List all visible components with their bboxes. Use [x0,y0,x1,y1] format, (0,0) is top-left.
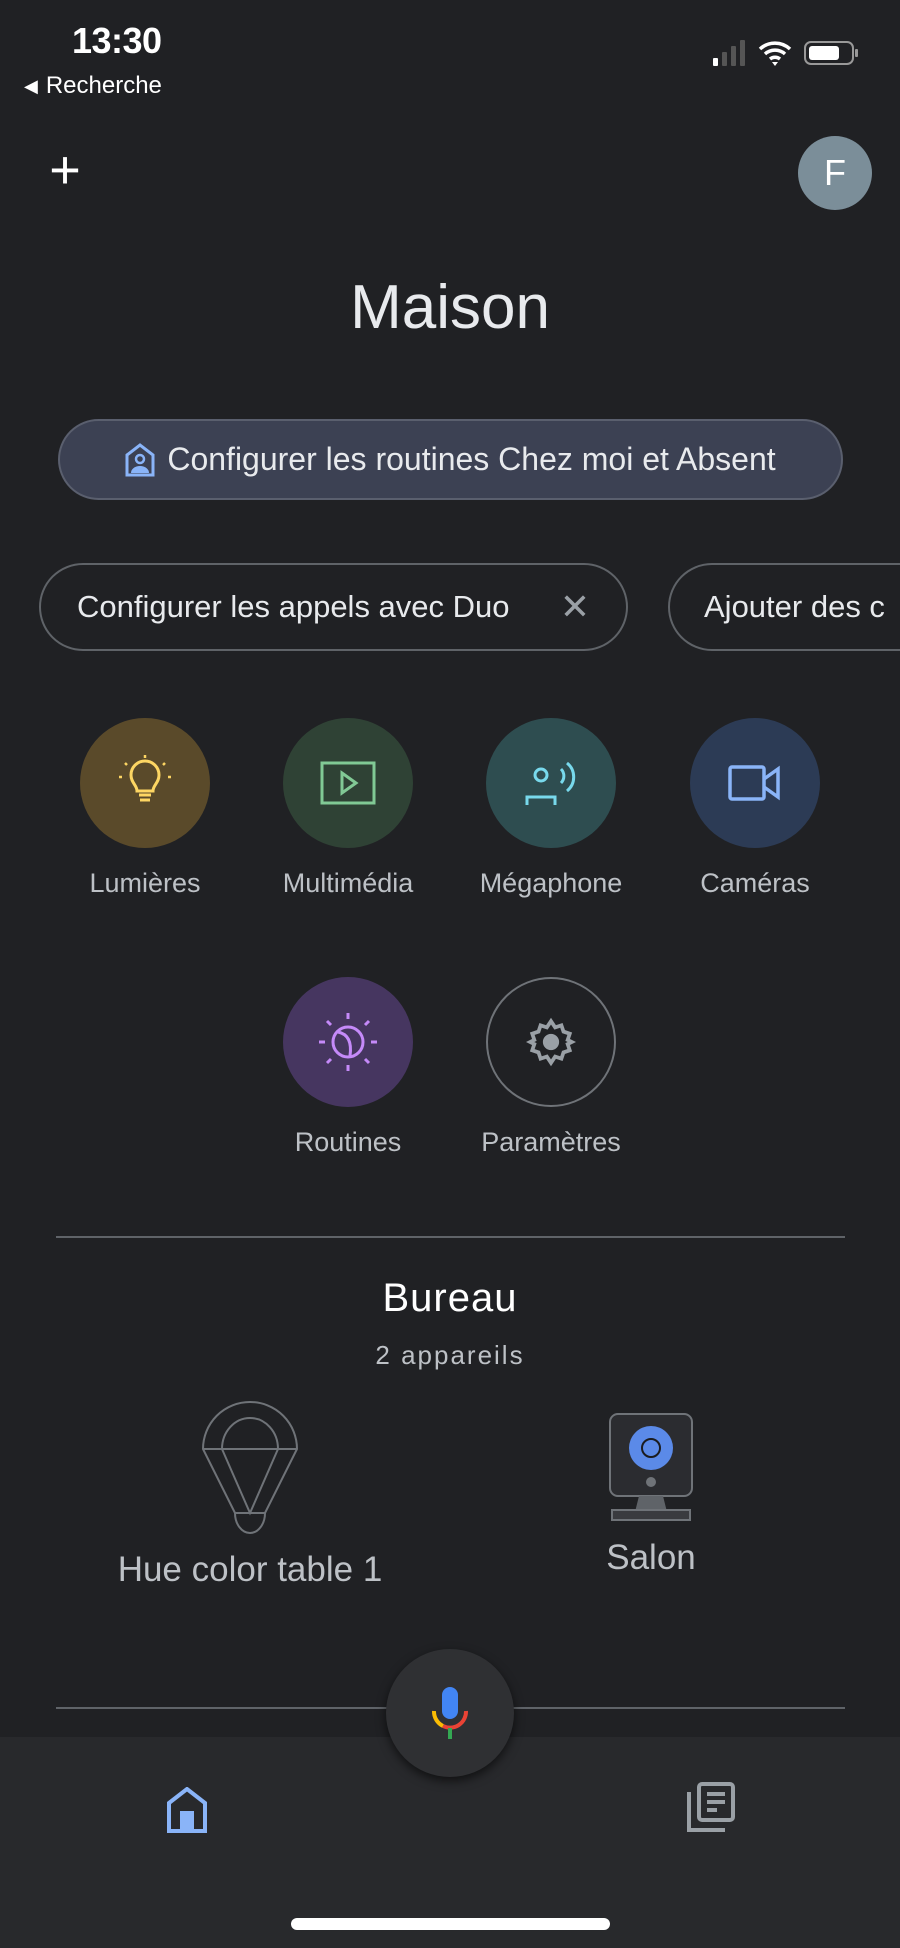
bulb-outline-icon [201,1400,299,1534]
section-divider [56,1236,845,1238]
back-triangle-icon: ◀ [24,75,38,96]
shortcut-label: Routines [294,1127,402,1157]
home-icon[interactable] [166,1787,208,1833]
shortcut-routines[interactable]: Routines [263,977,433,1158]
shortcut-label: Lumières [89,868,201,898]
routine-sun-moon-icon [283,977,413,1107]
video-camera-icon [690,718,820,848]
lightbulb-icon [80,718,210,848]
shortcut-cameras[interactable]: Caméras [670,718,840,899]
account-avatar[interactable]: F [798,136,872,210]
gear-icon [486,977,616,1107]
home-indicator[interactable] [291,1918,610,1930]
page-title: Maison [350,273,550,342]
google-mic-icon [432,1687,468,1739]
shortcut-lights[interactable]: Lumières [60,718,230,899]
add-chip[interactable]: Ajouter des c [668,563,900,651]
status-time: 13:30 [72,20,162,61]
back-to-app-link[interactable]: ◀ Recherche [24,72,162,100]
back-label: Recherche [45,72,162,99]
camera-device-icon [609,1413,693,1521]
configure-routines-button[interactable]: Configurer les routines Chez moi et Abse… [58,419,843,500]
assistant-mic-button[interactable] [386,1649,514,1777]
configure-routines-label: Configurer les routines Chez moi et Abse… [167,441,776,477]
room-title: Bureau [382,1276,518,1320]
device-salon-camera[interactable]: Salon [481,1400,821,1578]
shortcut-label: Caméras [700,868,810,898]
broadcast-icon [486,718,616,848]
play-icon [283,718,413,848]
feed-icon[interactable] [687,1782,735,1832]
add-button[interactable]: + [44,143,86,197]
shortcut-media[interactable]: Multimédia [263,718,433,899]
device-hue-lamp[interactable]: Hue color table 1 [80,1400,420,1590]
signal-icon [713,40,745,66]
shortcut-label: Mégaphone [479,868,623,898]
home-person-icon [125,442,155,476]
device-label: Hue color table 1 [117,1550,383,1589]
room-device-count: 2 appareils [375,1340,525,1370]
shortcut-label: Paramètres [481,1127,621,1157]
add-chip-label: Ajouter des c [704,589,885,624]
battery-icon [804,41,858,65]
status-icons [712,40,860,66]
shortcut-broadcast[interactable]: Mégaphone [466,718,636,899]
shortcut-settings[interactable]: Paramètres [466,977,636,1158]
close-icon[interactable]: ✕ [560,586,590,628]
device-label: Salon [606,1538,696,1577]
duo-setup-chip[interactable]: Configurer les appels avec Duo ✕ [39,563,628,651]
wifi-icon [758,41,792,66]
shortcut-label: Multimédia [282,868,414,898]
duo-chip-label: Configurer les appels avec Duo [77,589,510,624]
